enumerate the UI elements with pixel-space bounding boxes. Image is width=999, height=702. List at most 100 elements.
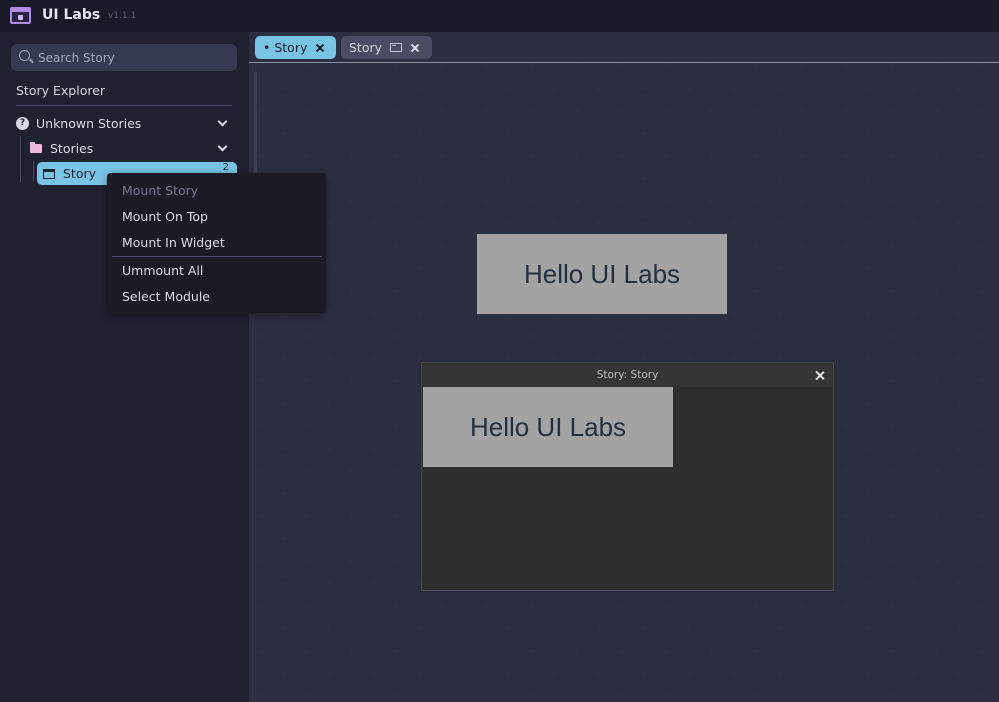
grid-plus-mark bbox=[842, 63, 851, 70]
grid-plus-mark bbox=[842, 512, 851, 520]
divider bbox=[16, 105, 232, 106]
grid-plus-mark bbox=[865, 669, 873, 678]
tab-story-widget[interactable]: Story bbox=[341, 36, 432, 59]
grid-plus-mark bbox=[887, 647, 896, 655]
grid-plus-mark bbox=[865, 219, 873, 228]
scrollbar[interactable] bbox=[254, 72, 257, 177]
grid-plus-mark bbox=[640, 219, 648, 228]
grid-plus-mark bbox=[347, 63, 356, 70]
grid-plus-mark bbox=[415, 174, 423, 183]
grid-plus-mark bbox=[820, 219, 828, 228]
grid-plus-mark bbox=[392, 422, 401, 430]
grid-plus-mark bbox=[977, 557, 986, 565]
tab-label: • Story bbox=[263, 40, 308, 55]
grid-plus-mark bbox=[910, 219, 918, 228]
close-icon[interactable] bbox=[815, 371, 824, 380]
grid-plus-mark bbox=[752, 602, 761, 610]
grid-plus-mark bbox=[482, 107, 491, 115]
grid-plus-mark bbox=[572, 332, 581, 340]
grid-plus-mark bbox=[865, 534, 873, 543]
search-input[interactable] bbox=[38, 49, 228, 66]
chevron-down-icon[interactable] bbox=[217, 141, 228, 152]
grid-plus-mark bbox=[437, 647, 446, 655]
grid-plus-mark bbox=[932, 197, 941, 205]
grid-plus-mark bbox=[752, 332, 761, 340]
grid-plus-mark bbox=[302, 63, 311, 70]
grid-plus-mark bbox=[797, 242, 806, 250]
grid-plus-mark bbox=[842, 242, 851, 250]
widget-title-bar[interactable]: Story: Story bbox=[423, 364, 832, 387]
grid-plus-mark bbox=[347, 422, 356, 430]
menu-item-mount-in-widget[interactable]: Mount In Widget bbox=[122, 235, 225, 250]
grid-plus-mark bbox=[460, 129, 468, 138]
grid-plus-mark bbox=[302, 647, 311, 655]
grid-plus-mark bbox=[302, 602, 311, 610]
grid-plus-mark bbox=[347, 692, 356, 700]
grid-plus-mark bbox=[820, 84, 828, 93]
grid-plus-mark bbox=[977, 63, 986, 70]
close-icon[interactable] bbox=[315, 43, 325, 53]
grid-plus-mark bbox=[347, 377, 356, 385]
grid-plus-mark bbox=[505, 624, 513, 633]
grid-plus-mark bbox=[392, 152, 401, 160]
grid-plus-mark bbox=[257, 557, 266, 565]
menu-item-mount-on-top[interactable]: Mount On Top bbox=[122, 209, 208, 224]
grid-plus-mark bbox=[910, 669, 918, 678]
tree-item-stories-folder[interactable]: Stories bbox=[30, 137, 232, 159]
grid-plus-mark bbox=[505, 129, 513, 138]
grid-plus-mark bbox=[752, 107, 761, 115]
grid-plus-mark bbox=[842, 647, 851, 655]
grid-plus-mark bbox=[370, 354, 378, 363]
tree-guide-line bbox=[20, 136, 21, 182]
grid-plus-mark bbox=[797, 692, 806, 700]
tree-item-unknown-stories[interactable]: ? Unknown Stories bbox=[16, 112, 232, 134]
grid-plus-mark bbox=[325, 309, 333, 318]
grid-plus-mark bbox=[392, 332, 401, 340]
search-box[interactable] bbox=[11, 44, 237, 71]
grid-plus-mark bbox=[955, 174, 963, 183]
menu-item-select-module[interactable]: Select Module bbox=[122, 289, 210, 304]
grid-plus-mark bbox=[707, 63, 716, 70]
grid-plus-mark bbox=[370, 174, 378, 183]
mount-count: 2 bbox=[222, 162, 229, 173]
grid-plus-mark bbox=[842, 152, 851, 160]
grid-plus-mark bbox=[730, 669, 738, 678]
grid-plus-mark bbox=[977, 467, 986, 475]
grid-plus-mark bbox=[775, 624, 783, 633]
grid-plus-mark bbox=[617, 107, 626, 115]
grid-plus-mark bbox=[977, 287, 986, 295]
grid-plus-mark bbox=[595, 174, 603, 183]
grid-plus-mark bbox=[527, 197, 536, 205]
grid-plus-mark bbox=[370, 624, 378, 633]
grid-plus-mark bbox=[955, 579, 963, 588]
grid-plus-mark bbox=[932, 467, 941, 475]
grid-plus-mark bbox=[257, 647, 266, 655]
grid-plus-mark bbox=[887, 602, 896, 610]
grid-plus-mark bbox=[415, 129, 423, 138]
grid-plus-mark bbox=[955, 399, 963, 408]
grid-plus-mark bbox=[932, 692, 941, 700]
chevron-down-icon[interactable] bbox=[217, 116, 228, 127]
grid-plus-mark bbox=[325, 579, 333, 588]
grid-plus-mark bbox=[347, 287, 356, 295]
grid-plus-mark bbox=[910, 354, 918, 363]
grid-plus-mark bbox=[460, 219, 468, 228]
story-widget-window[interactable]: Story: Story Hello UI Labs bbox=[421, 362, 834, 591]
grid-plus-mark bbox=[955, 354, 963, 363]
grid-plus-mark bbox=[730, 309, 738, 318]
grid-plus-mark bbox=[302, 512, 311, 520]
grid-plus-mark bbox=[932, 63, 941, 70]
grid-plus-mark bbox=[865, 399, 873, 408]
grid-plus-mark bbox=[955, 624, 963, 633]
grid-plus-mark bbox=[572, 692, 581, 700]
grid-plus-mark bbox=[302, 152, 311, 160]
grid-plus-mark bbox=[370, 84, 378, 93]
close-icon[interactable] bbox=[410, 43, 420, 53]
grid-plus-mark bbox=[347, 602, 356, 610]
tab-story-active[interactable]: • Story bbox=[255, 36, 336, 59]
grid-plus-mark bbox=[932, 647, 941, 655]
grid-plus-mark bbox=[662, 63, 671, 70]
app-version: v1.1.1 bbox=[108, 11, 137, 21]
menu-item-unmount-all[interactable]: Ummount All bbox=[122, 263, 203, 278]
grid-plus-mark bbox=[392, 602, 401, 610]
